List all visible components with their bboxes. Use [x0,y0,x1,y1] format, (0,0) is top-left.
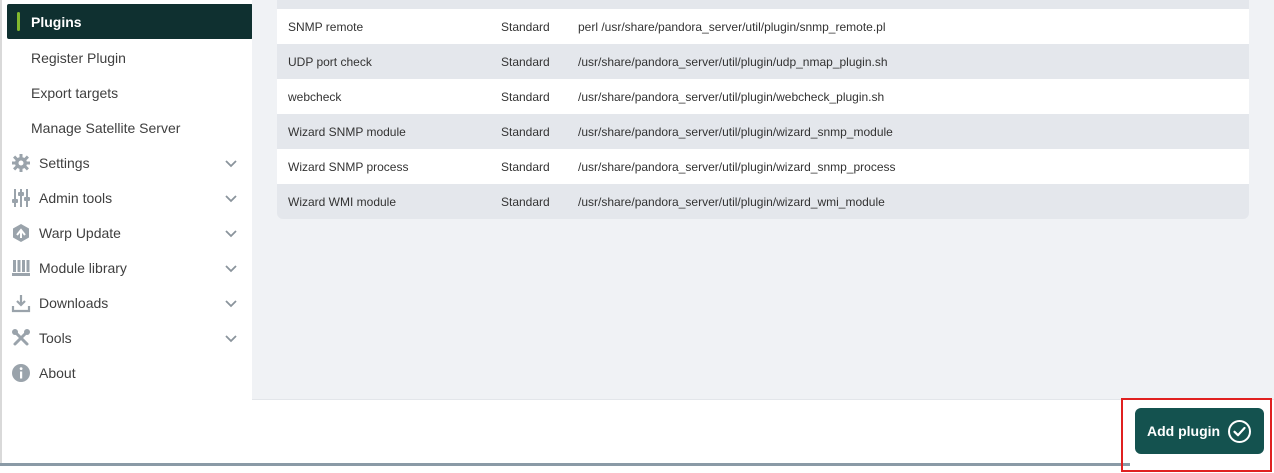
plugin-command: /usr/share/pandora_server/util/plugin/wi… [578,125,893,139]
sidebar-item-downloads[interactable]: Downloads [2,285,252,320]
check-circle-icon [1228,420,1251,443]
plugin-name[interactable]: Wizard SNMP module [288,125,406,139]
active-indicator [17,12,20,31]
sidebar-item-label: Downloads [39,295,109,311]
chevron-down-icon[interactable] [224,331,238,345]
add-plugin-label: Add plugin [1147,423,1221,439]
window-bottom-border [0,463,1130,466]
add-plugin-button[interactable]: Add plugin [1135,408,1264,454]
sidebar-item-label: Module library [39,260,127,276]
sidebar-item-label: Admin tools [39,190,113,206]
app-window: Plugins Register Plugin Export targets M… [0,0,1274,466]
sidebar-item-admin-tools[interactable]: Admin tools [2,180,252,215]
sidebar: Plugins Register Plugin Export targets M… [2,0,253,463]
chevron-down-icon[interactable] [224,261,238,275]
sidebar-item-tools[interactable]: Tools [2,320,252,355]
sidebar-item-warp-update[interactable]: Warp Update [2,215,252,250]
plugin-name[interactable]: webcheck [288,90,341,104]
sidebar-item-module-library[interactable]: Module library [2,250,252,285]
sidebar-item-label: Warp Update [39,225,121,241]
table-row[interactable]: Wizard SNMP process Standard /usr/share/… [277,149,1249,184]
plugin-type: Standard [501,160,550,174]
chevron-down-icon[interactable] [224,191,238,205]
plugin-type: Standard [501,55,550,69]
chevron-down-icon[interactable] [224,296,238,310]
plugin-command: /usr/share/pandora_server/util/plugin/we… [578,90,885,104]
sidebar-item-register-plugin[interactable]: Register Plugin [31,50,126,66]
plugin-type: Standard [501,125,550,139]
module-library-icon [12,260,30,276]
plugin-name[interactable]: UDP port check [288,55,372,69]
tools-icon [12,329,30,346]
table-row[interactable]: UDP port check Standard /usr/share/pando… [277,44,1249,79]
sidebar-item-label: Tools [39,330,72,346]
table-row[interactable]: Wizard WMI module Standard /usr/share/pa… [277,184,1249,219]
plugin-name[interactable]: Wizard WMI module [288,195,396,209]
sidebar-item-manage-satellite-server[interactable]: Manage Satellite Server [31,120,180,136]
sidebar-item-label: Plugins [31,14,82,30]
plugin-command: /usr/share/pandora_server/util/plugin/ud… [578,55,888,69]
gear-icon [12,154,30,172]
plugin-command: perl /usr/share/pandora_server/util/plug… [578,20,886,34]
plugin-type: Standard [501,20,550,34]
plugin-type: Standard [501,195,550,209]
sidebar-item-settings[interactable]: Settings [2,145,252,180]
plugin-command: /usr/share/pandora_server/util/plugin/wi… [578,195,885,209]
sidebar-item-label: Settings [39,155,90,171]
sliders-icon [12,189,30,207]
table-row[interactable]: webcheck Standard /usr/share/pandora_ser… [277,79,1249,114]
table-header-strip [277,0,1249,9]
download-icon [11,295,31,313]
plugin-name[interactable]: SNMP remote [288,20,363,34]
sidebar-item-about[interactable]: About [2,355,252,390]
plugin-command: /usr/share/pandora_server/util/plugin/wi… [578,160,896,174]
sidebar-item-export-targets[interactable]: Export targets [31,85,118,101]
info-icon [12,364,30,382]
warp-update-icon [13,224,29,242]
table-row[interactable]: SNMP remote Standard perl /usr/share/pan… [277,9,1249,44]
sidebar-item-label: About [39,365,76,381]
sidebar-item-plugins[interactable]: Plugins [7,4,253,39]
chevron-down-icon[interactable] [224,226,238,240]
chevron-down-icon[interactable] [224,156,238,170]
plugin-type: Standard [501,90,550,104]
table-row[interactable]: Wizard SNMP module Standard /usr/share/p… [277,114,1249,149]
plugin-name[interactable]: Wizard SNMP process [288,160,408,174]
